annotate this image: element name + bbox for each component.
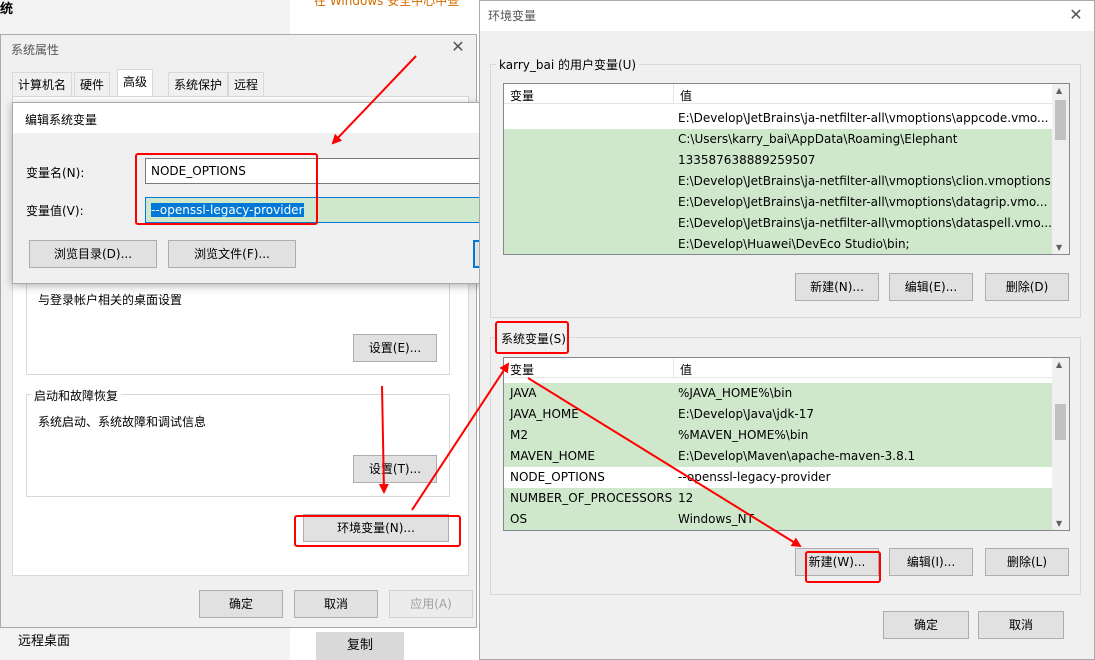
arrow-to-env-button <box>378 385 389 494</box>
arrow-to-new-button <box>527 377 802 548</box>
arrow-to-edit-dialog <box>331 55 417 145</box>
annotation-arrows <box>331 55 802 548</box>
arrow-to-system-vars <box>411 362 510 511</box>
